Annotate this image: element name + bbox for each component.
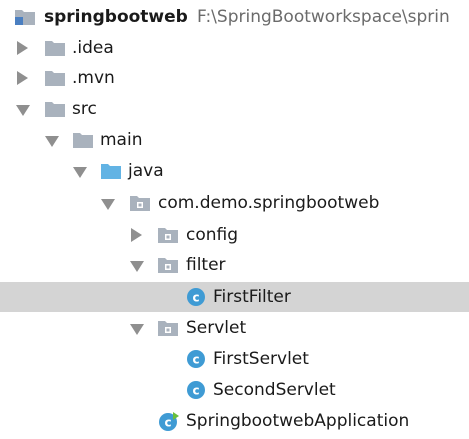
tree-item-label: main xyxy=(100,130,143,150)
tree-item-main[interactable]: main xyxy=(0,125,469,155)
svg-text:c: c xyxy=(164,416,171,430)
tree-item-firstservlet[interactable]: c FirstServlet xyxy=(0,344,469,374)
svg-text:c: c xyxy=(192,291,199,305)
collapse-arrow-icon[interactable] xyxy=(101,199,115,210)
tree-item-servlet[interactable]: Servlet xyxy=(0,313,469,343)
tree-item-mvn[interactable]: .mvn xyxy=(0,63,469,93)
collapse-arrow-icon[interactable] xyxy=(130,324,144,335)
tree-row-root[interactable]: springbootweb F:\SpringBootworkspace\spr… xyxy=(0,2,469,32)
collapse-arrow-icon[interactable] xyxy=(16,105,30,116)
tree-item-label: .idea xyxy=(72,38,114,58)
tree-item-label: src xyxy=(72,99,97,119)
module-folder-icon xyxy=(14,8,36,31)
tree-item-label: com.demo.springbootweb xyxy=(158,193,380,213)
tree-item-idea[interactable]: .idea xyxy=(0,33,469,63)
spring-boot-class-icon: c xyxy=(158,411,180,437)
tree-item-label: filter xyxy=(186,255,226,275)
tree-item-config[interactable]: config xyxy=(0,220,469,250)
folder-icon xyxy=(44,69,66,92)
tree-item-label: SecondServlet xyxy=(213,380,336,400)
collapse-arrow-icon[interactable] xyxy=(73,167,87,178)
java-class-icon: c xyxy=(186,349,206,374)
svg-text:c: c xyxy=(192,384,199,398)
tree-item-secondservlet[interactable]: c SecondServlet xyxy=(0,375,469,405)
tree-item-filter[interactable]: filter xyxy=(0,250,469,280)
tree-item-label: FirstServlet xyxy=(213,349,309,369)
tree-item-firstfilter[interactable]: c FirstFilter xyxy=(0,282,469,312)
tree-item-java[interactable]: java xyxy=(0,156,469,186)
java-class-icon: c xyxy=(186,380,206,405)
collapse-arrow-icon[interactable] xyxy=(45,136,59,147)
folder-icon xyxy=(44,39,66,62)
tree-item-src[interactable]: src xyxy=(0,94,469,124)
source-root-folder-icon xyxy=(100,162,122,185)
folder-icon xyxy=(72,131,94,154)
expand-arrow-icon[interactable] xyxy=(17,41,28,55)
tree-item-package-root[interactable]: com.demo.springbootweb xyxy=(0,188,469,218)
project-tree: springbootweb F:\SpringBootworkspace\spr… xyxy=(0,0,469,439)
folder-icon xyxy=(44,100,66,123)
root-project-path: F:\SpringBootworkspace\sprin xyxy=(197,7,450,27)
package-icon xyxy=(157,319,179,342)
tree-item-label: FirstFilter xyxy=(213,287,291,307)
expand-arrow-icon[interactable] xyxy=(17,71,28,85)
expand-arrow-icon[interactable] xyxy=(131,228,142,242)
tree-item-label: .mvn xyxy=(72,68,115,88)
tree-item-label: SpringbootwebApplication xyxy=(186,411,410,431)
svg-text:c: c xyxy=(192,353,199,367)
tree-item-springbootwebapplication[interactable]: c SpringbootwebApplication xyxy=(0,406,469,436)
tree-item-label: java xyxy=(128,161,164,181)
tree-item-label: config xyxy=(186,225,239,245)
package-icon xyxy=(157,226,179,249)
java-class-icon: c xyxy=(186,287,206,312)
package-icon xyxy=(129,194,151,217)
collapse-arrow-icon[interactable] xyxy=(130,261,144,272)
package-icon xyxy=(157,256,179,279)
root-project-name: springbootweb xyxy=(44,7,188,27)
tree-item-label: Servlet xyxy=(186,318,247,338)
